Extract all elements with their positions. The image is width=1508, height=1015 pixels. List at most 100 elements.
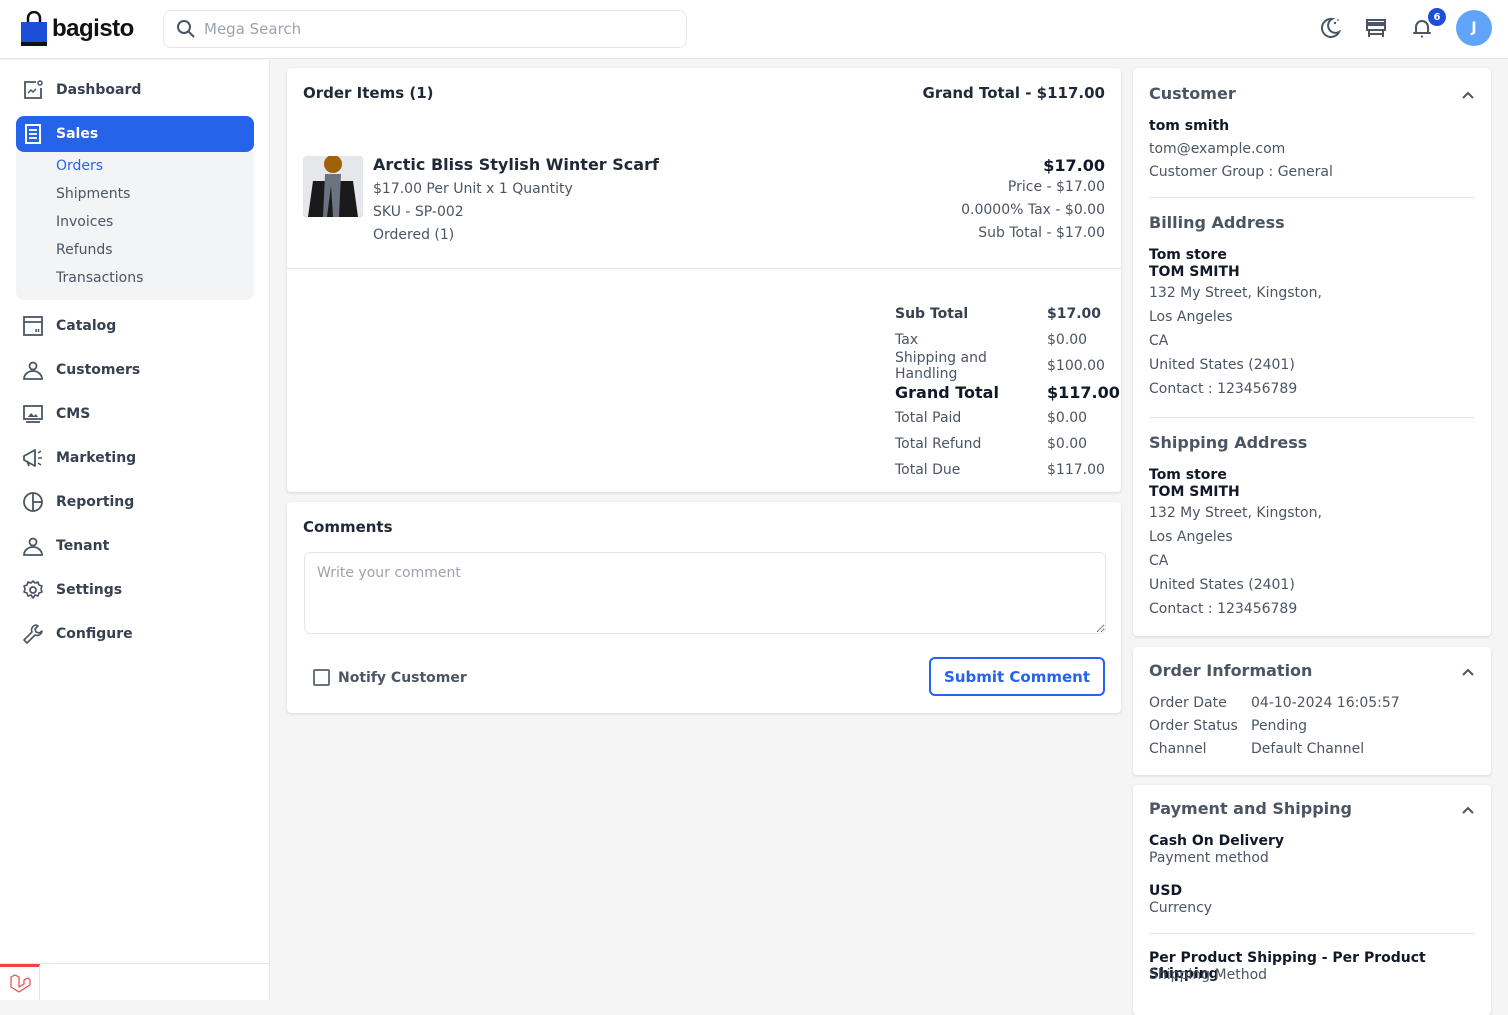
info-label: Order Status	[1149, 718, 1238, 734]
user-avatar[interactable]: J	[1456, 10, 1492, 46]
order-items-card: Order Items (1) Grand Total - $117.00 Ar…	[287, 68, 1121, 492]
item-subtotal: Sub Total - $17.00	[978, 225, 1105, 241]
summary-value: $0.00	[1047, 436, 1088, 452]
chevron-up-icon[interactable]	[1461, 88, 1475, 102]
sidebar-item-reporting[interactable]: Reporting	[16, 484, 254, 520]
payment-method-value: Cash On Delivery	[1149, 833, 1285, 849]
logo[interactable]: bagisto	[20, 11, 134, 47]
sidebar-item-sales[interactable]: Sales	[16, 116, 254, 152]
moon-icon	[1320, 17, 1342, 38]
laravel-icon	[9, 973, 31, 993]
info-value: Default Channel	[1251, 741, 1365, 757]
checkbox-box[interactable]	[313, 669, 330, 686]
sidebar-item-cms[interactable]: CMS	[16, 396, 254, 432]
debugbar-toggle[interactable]	[0, 964, 40, 1000]
divider	[1149, 197, 1475, 198]
catalog-icon	[22, 315, 44, 337]
summary-row-total-paid: Total Paid $0.00	[895, 405, 1120, 431]
order-status-row: Order Status Pending	[1149, 718, 1307, 734]
sales-submenu: Orders Shipments Invoices Refunds Transa…	[16, 152, 254, 300]
item-total: $17.00	[1043, 156, 1105, 175]
top-bar: bagisto 6 J	[0, 0, 1508, 59]
billing-company: Tom store	[1149, 247, 1227, 263]
customer-email[interactable]: tom@example.com	[1149, 141, 1285, 157]
sidebar-footer	[0, 963, 270, 1000]
submenu-refunds[interactable]: Refunds	[56, 242, 113, 258]
sidebar-item-label: Dashboard	[56, 82, 142, 98]
product-name[interactable]: Arctic Bliss Stylish Winter Scarf	[373, 155, 659, 174]
configure-icon	[22, 623, 44, 645]
sidebar-item-marketing[interactable]: Marketing	[16, 440, 254, 476]
tenant-icon	[22, 535, 44, 557]
storefront-button[interactable]	[1364, 16, 1388, 40]
sales-icon	[22, 123, 44, 145]
settings-icon	[22, 579, 44, 601]
summary-value: $100.00	[1047, 358, 1105, 374]
sidebar: Dashboard Sales Orders Shipments Invoice…	[0, 60, 270, 1000]
divider	[1149, 933, 1475, 934]
grand-total-header: Grand Total - $117.00	[922, 84, 1105, 102]
search-input[interactable]	[204, 20, 664, 38]
item-price: Price - $17.00	[1007, 179, 1105, 195]
notifications-button[interactable]: 6	[1410, 8, 1446, 40]
currency-value: USD	[1149, 883, 1183, 899]
sidebar-item-label: Sales	[56, 126, 99, 142]
summary-row-total-due: Total Due $117.00	[895, 457, 1120, 483]
billing-state: CA	[1149, 333, 1169, 349]
notification-badge: 6	[1428, 8, 1446, 26]
submenu-orders[interactable]: Orders	[56, 158, 103, 174]
order-information-card: Order Information Order Date 04-10-2024 1…	[1133, 647, 1491, 775]
billing-city: Los Angeles	[1149, 309, 1233, 325]
customer-group: Customer Group : General	[1149, 164, 1333, 180]
submenu-transactions[interactable]: Transactions	[56, 270, 143, 286]
dark-mode-toggle[interactable]	[1318, 16, 1342, 40]
order-items-title: Order Items (1)	[303, 84, 434, 102]
payment-shipping-card: Payment and Shipping Cash On Delivery Pa…	[1133, 785, 1491, 1015]
divider	[1149, 417, 1475, 418]
sidebar-item-catalog[interactable]: Catalog	[16, 308, 254, 344]
order-date-row: Order Date 04-10-2024 16:05:57	[1149, 695, 1400, 711]
product-thumbnail[interactable]	[303, 156, 363, 217]
chevron-up-icon[interactable]	[1461, 803, 1475, 817]
bag-logo-icon	[21, 11, 47, 46]
dashboard-icon	[22, 79, 44, 101]
shipping-title: Shipping Address	[1149, 433, 1308, 452]
sidebar-item-tenant[interactable]: Tenant	[16, 528, 254, 564]
summary-value: $0.00	[1047, 332, 1088, 348]
sidebar-item-label: Customers	[56, 362, 141, 378]
billing-contact: Contact : 123456789	[1149, 381, 1298, 397]
order-info-title: Order Information	[1149, 661, 1313, 680]
brand-name: bagisto	[52, 15, 134, 42]
notify-customer-checkbox[interactable]: Notify Customer	[313, 669, 467, 686]
sidebar-item-label: Reporting	[56, 494, 135, 510]
sidebar-item-label: Configure	[56, 626, 133, 642]
summary-row-subtotal: Sub Total $17.00	[895, 301, 1120, 327]
comment-textarea[interactable]	[304, 552, 1106, 634]
scarf-image-icon	[303, 156, 363, 217]
sidebar-item-label: CMS	[56, 406, 91, 422]
sidebar-item-configure[interactable]: Configure	[16, 616, 254, 652]
customer-title: Customer	[1149, 84, 1236, 103]
summary-row-total-refund: Total Refund $0.00	[895, 431, 1120, 457]
billing-country: United States (2401)	[1149, 357, 1295, 373]
summary-label: Shipping and Handling	[895, 350, 987, 382]
summary-label: Total Due	[895, 462, 961, 478]
billing-name: TOM SMITH	[1149, 264, 1240, 280]
reporting-icon	[22, 491, 44, 513]
info-label: Channel	[1149, 741, 1207, 757]
summary-value: $17.00	[1047, 306, 1102, 322]
info-value: Pending	[1251, 718, 1307, 734]
summary-value: $117.00	[1047, 382, 1120, 402]
chevron-up-icon[interactable]	[1461, 665, 1475, 679]
sidebar-item-settings[interactable]: Settings	[16, 572, 254, 608]
submenu-invoices[interactable]: Invoices	[56, 214, 113, 230]
mega-search[interactable]	[163, 10, 687, 48]
currency-label: Currency	[1149, 900, 1213, 916]
sidebar-item-customers[interactable]: Customers	[16, 352, 254, 388]
sidebar-item-label: Settings	[56, 582, 123, 598]
sidebar-item-dashboard[interactable]: Dashboard	[16, 72, 254, 108]
summary-value: $0.00	[1047, 410, 1088, 426]
submit-comment-button[interactable]: Submit Comment	[929, 657, 1105, 696]
submenu-shipments[interactable]: Shipments	[56, 186, 130, 202]
sidebar-item-label: Tenant	[56, 538, 110, 554]
